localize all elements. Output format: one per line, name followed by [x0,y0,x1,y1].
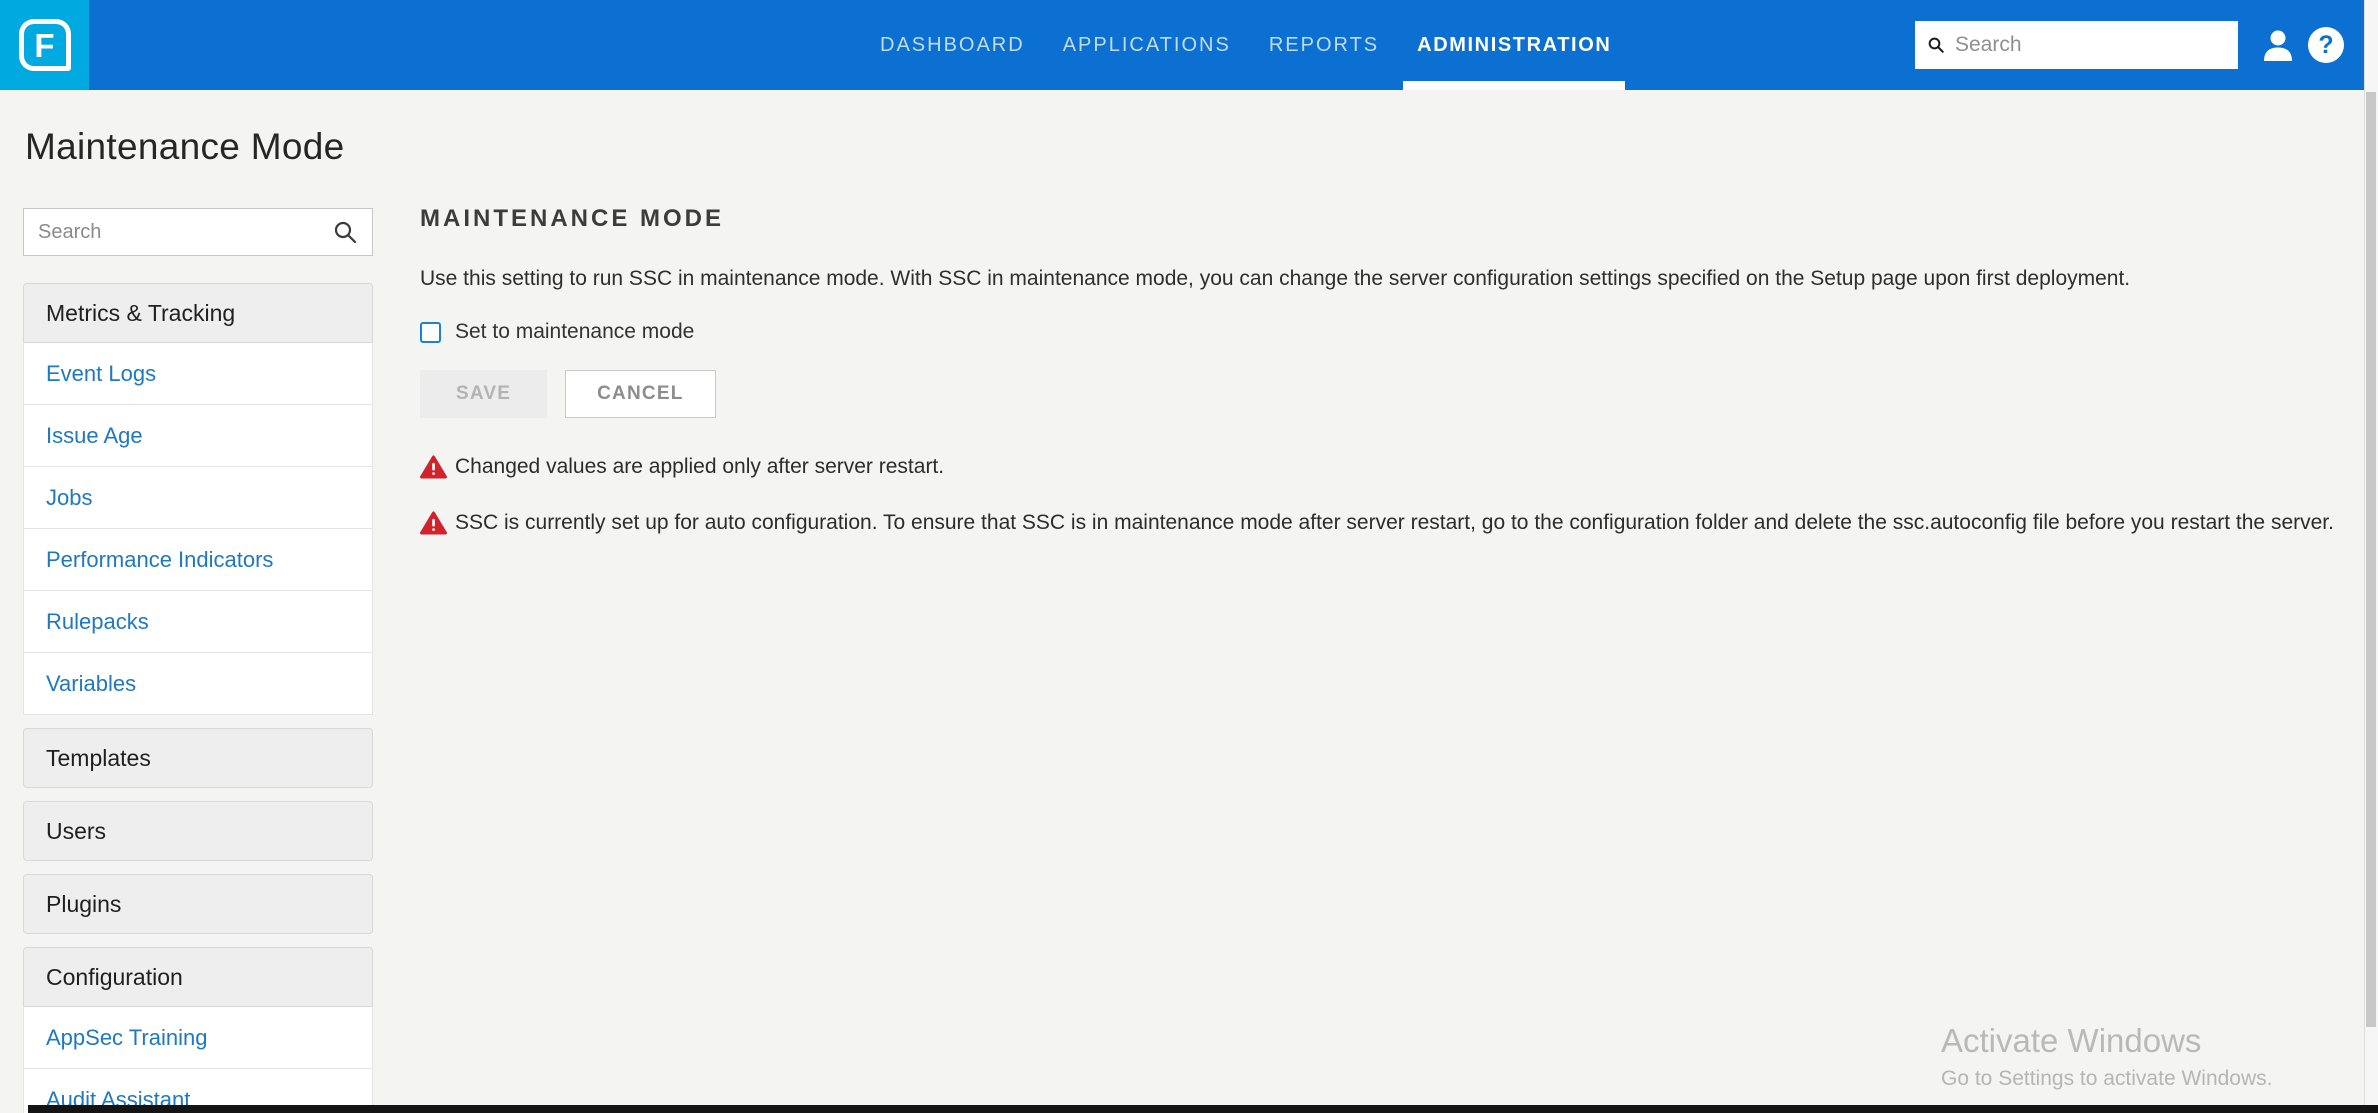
sidebar-link-event-logs[interactable]: Event Logs [23,343,373,405]
global-search-input[interactable] [1955,33,2226,57]
user-icon [2264,30,2292,61]
sidebar-link-performance-indicators[interactable]: Performance Indicators [23,529,373,591]
warning-icon [420,455,447,479]
restart-warning: Changed values are applied only after se… [420,452,2355,482]
autoconfig-warning-text: SSC is currently set up for auto configu… [455,511,2334,534]
sidebar-header-users[interactable]: Users [23,801,373,861]
maintenance-mode-checkbox-row: Set to maintenance mode [420,320,2355,344]
nav-administration[interactable]: ADMINISTRATION [1398,0,1630,90]
sidebar-section-templates: Templates [23,728,373,788]
sidebar-header-configuration[interactable]: Configuration [23,947,373,1007]
save-button[interactable]: SAVE [420,370,548,418]
restart-warning-text: Changed values are applied only after se… [455,455,945,478]
nav-reports[interactable]: REPORTS [1250,0,1398,90]
maintenance-mode-checkbox-label: Set to maintenance mode [455,320,695,343]
search-icon [1928,37,1944,53]
top-navigation: DASHBOARD APPLICATIONS REPORTS ADMINISTR… [861,0,1630,90]
sidebar-section-plugins: Plugins [23,874,373,934]
activate-windows-watermark: Activate Windows Go to Settings to activ… [1941,1022,2273,1091]
sidebar-link-jobs[interactable]: Jobs [23,467,373,529]
maintenance-mode-checkbox[interactable] [420,321,441,343]
sidebar-link-issue-age[interactable]: Issue Age [23,405,373,467]
activate-windows-title: Activate Windows [1941,1022,2202,1059]
top-header-bar: F DASHBOARD APPLICATIONS REPORTS ADMINIS… [0,0,2364,90]
user-account-button[interactable] [2256,22,2300,68]
section-heading: MAINTENANCE MODE [420,205,724,232]
section-description: Use this setting to run SSC in maintenan… [420,267,2131,290]
sidebar-link-rulepacks[interactable]: Rulepacks [23,591,373,653]
sidebar-link-variables[interactable]: Variables [23,653,373,715]
sidebar-search-icon [334,221,357,244]
main-content: MAINTENANCE MODE Use this setting to run… [420,205,2355,538]
autoconfig-warning: SSC is currently set up for auto configu… [420,508,2355,538]
sidebar-search-input[interactable] [38,220,324,244]
sidebar-header-plugins[interactable]: Plugins [23,874,373,934]
vertical-scrollbar-track[interactable] [2364,0,2378,1113]
sidebar-section-configuration: Configuration AppSec Training Audit Assi… [23,947,373,1113]
cancel-button[interactable]: CANCEL [565,370,716,418]
nav-dashboard[interactable]: DASHBOARD [861,0,1044,90]
sidebar-header-metrics-tracking[interactable]: Metrics & Tracking [23,283,373,343]
global-search-box [1915,21,2238,69]
sidebar-section-users: Users [23,801,373,861]
window-bottom-edge [28,1105,2378,1113]
fortify-logo[interactable]: F [0,0,89,90]
sidebar-header-templates[interactable]: Templates [23,728,373,788]
warning-icon [420,511,447,535]
page-title: Maintenance Mode [25,126,345,167]
sidebar-link-appsec-training[interactable]: AppSec Training [23,1007,373,1069]
vertical-scrollbar-thumb[interactable] [2366,92,2376,1027]
activate-windows-subtitle: Go to Settings to activate Windows. [1941,1067,2273,1090]
fortify-logo-icon: F [18,19,71,71]
sidebar-section-metrics-tracking: Metrics & Tracking Event Logs Issue Age … [23,283,373,715]
form-actions: SAVE CANCEL [420,370,2355,418]
admin-sidebar: Metrics & Tracking Event Logs Issue Age … [23,208,373,1113]
sidebar-search-box [23,208,373,256]
maintenance-mode-page: F DASHBOARD APPLICATIONS REPORTS ADMINIS… [0,0,2378,1113]
nav-applications[interactable]: APPLICATIONS [1044,0,1250,90]
help-icon: ? [2318,30,2334,59]
help-button[interactable]: ? [2308,27,2344,63]
